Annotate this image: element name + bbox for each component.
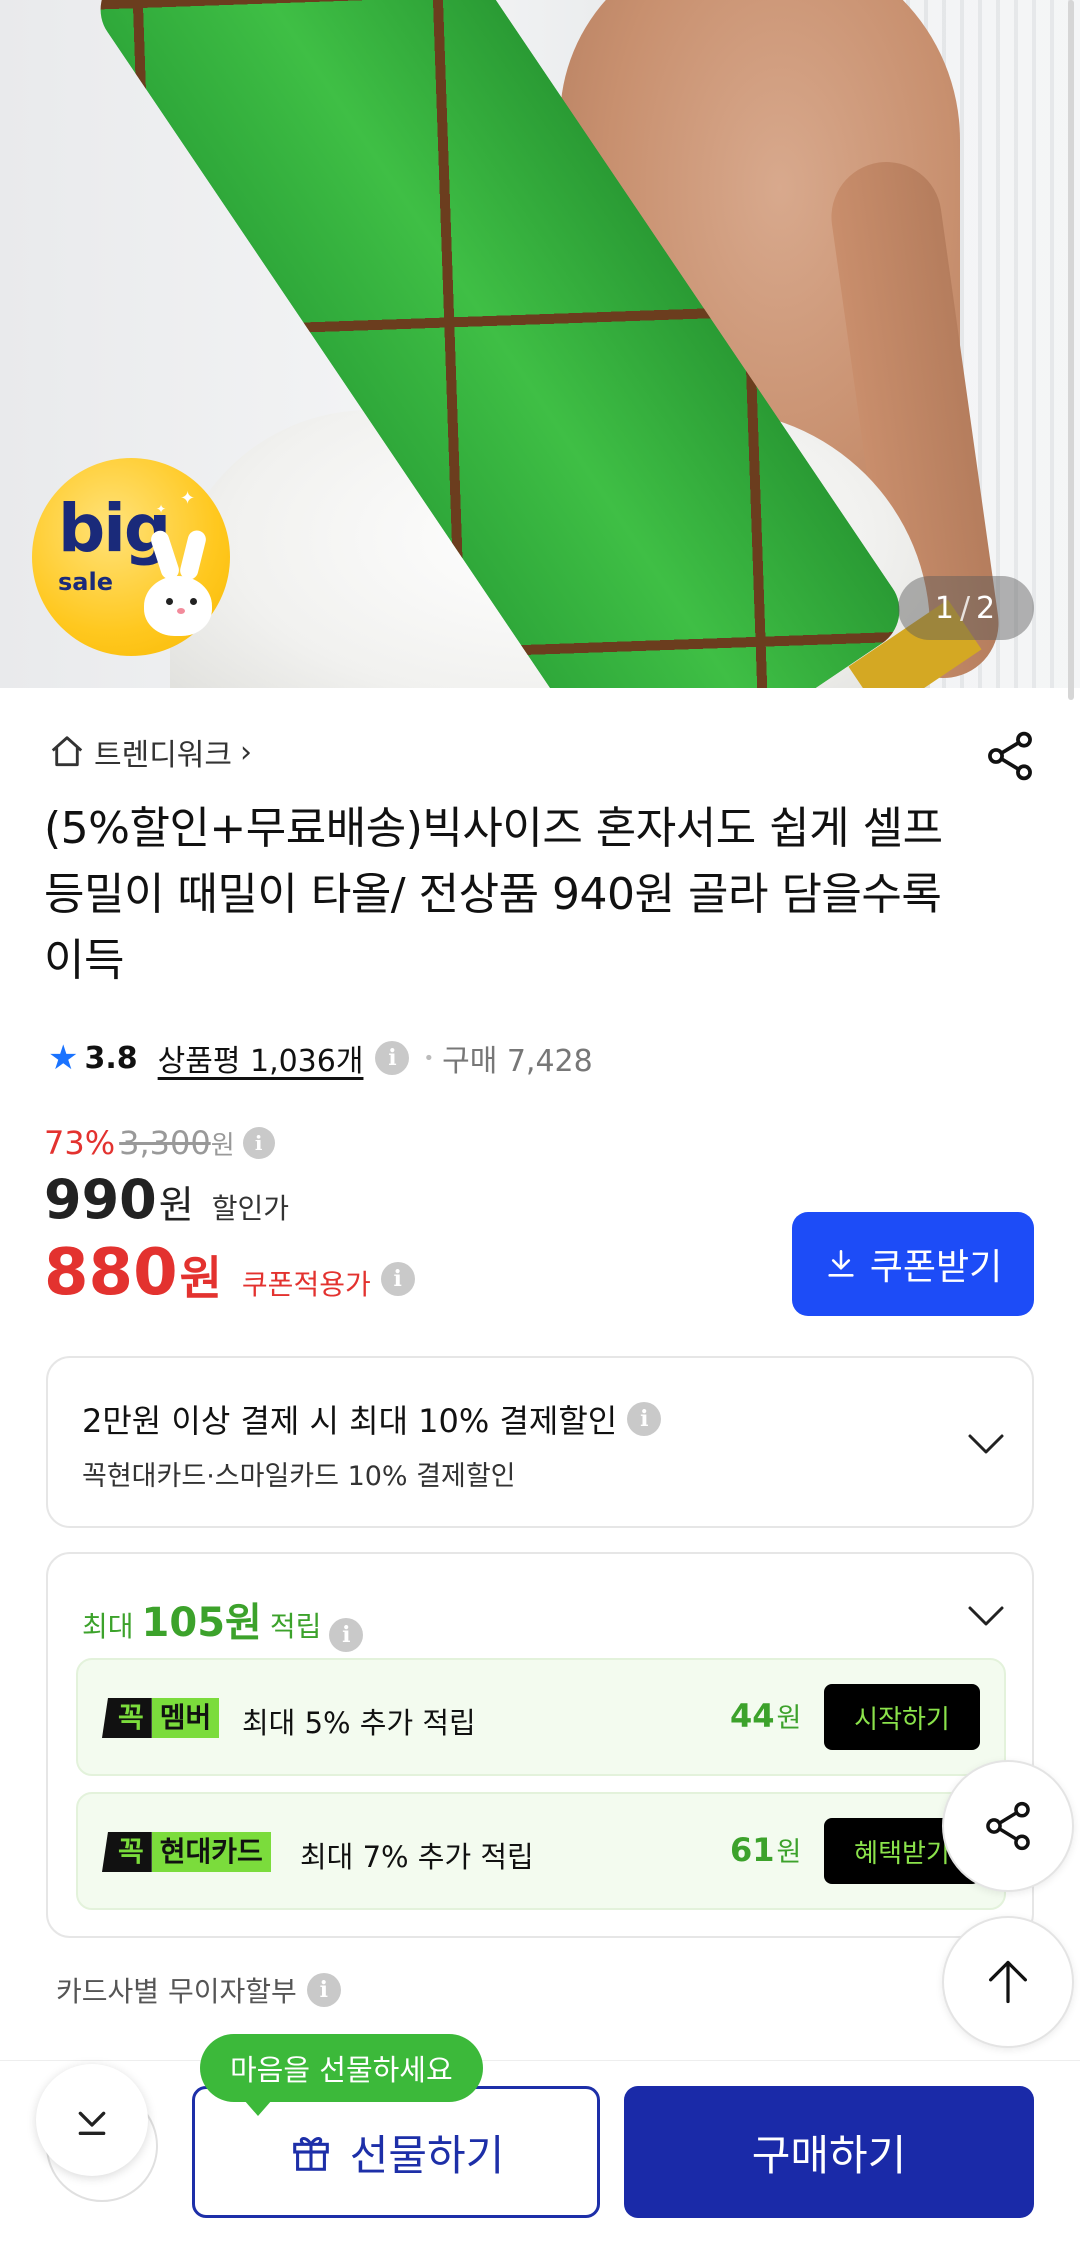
- points-row-member: 꼭 멤버 최대 5% 추가 적립 44원 시작하기: [76, 1658, 1006, 1776]
- rating-row: ★ 3.8 상품평 1,036개 i • 구매 7,428: [48, 1036, 593, 1080]
- seller-link[interactable]: 트렌디워크 ›: [48, 730, 252, 774]
- arrow-up-icon: [989, 1960, 1027, 2004]
- payment-discount-title-row: 2만원 이상 결제 시 최대 10% 결제할인 i: [82, 1396, 662, 1442]
- share-icon: [986, 1801, 1030, 1851]
- original-price: 3,300: [119, 1124, 211, 1162]
- points-row-hyundai-card: 꼭 현대카드 최대 7% 추가 적립 61원 혜택받기: [76, 1792, 1006, 1910]
- pager-current: 1: [934, 590, 956, 626]
- member-tag: 꼭 멤버: [102, 1698, 220, 1738]
- gift-button-label: 선물하기: [349, 2130, 505, 2180]
- chevron-down-icon: [78, 2111, 106, 2135]
- buy-button[interactable]: 구매하기: [624, 2086, 1034, 2218]
- payment-discount-card[interactable]: 2만원 이상 결제 시 최대 10% 결제할인 i 꼭현대카드·스마일카드 10…: [46, 1356, 1034, 1528]
- download-icon: [828, 1249, 854, 1277]
- payment-discount-subtitle: 꼭현대카드·스마일카드 10% 결제할인: [82, 1461, 516, 1492]
- gift-icon: [292, 2137, 329, 2171]
- hyundai-card-tag: 꼭 현대카드: [102, 1832, 271, 1872]
- installment-label: 카드사별 무이자할부: [56, 1975, 297, 2008]
- sale-price-row: 990 원 할인가: [44, 1168, 289, 1231]
- sparkle-icon: ✦: [156, 502, 167, 516]
- points-row-amount-unit: 원: [776, 1703, 802, 1734]
- coupon-price-label: 쿠폰적용가: [241, 1268, 371, 1301]
- info-icon[interactable]: i: [329, 1618, 364, 1652]
- points-row-amount: 44원: [730, 1696, 801, 1735]
- sparkle-icon: ✦: [180, 488, 196, 509]
- scrollbar[interactable]: [1068, 0, 1074, 700]
- bunny-icon: [144, 576, 212, 636]
- big-sale-badge: big sale ✦ ✦: [32, 458, 230, 656]
- info-icon[interactable]: i: [242, 1127, 275, 1159]
- coupon-price-row: 880 원 쿠폰적용가 i: [44, 1236, 415, 1310]
- seller-name: 트렌디워크: [94, 738, 232, 773]
- badge-big-text: big: [58, 490, 171, 567]
- start-member-button[interactable]: 시작하기: [824, 1684, 980, 1750]
- product-image[interactable]: big sale ✦ ✦ 1 / 2: [0, 0, 1080, 688]
- dot-separator: •: [423, 1047, 435, 1069]
- get-coupon-button[interactable]: 쿠폰받기: [792, 1212, 1034, 1316]
- points-prefix: 최대: [82, 1610, 134, 1643]
- bunny-eye: [166, 598, 173, 605]
- home-icon: [51, 736, 83, 767]
- purchase-count: 구매 7,428: [442, 1044, 593, 1079]
- tag-k: 꼭: [102, 1698, 152, 1738]
- info-icon[interactable]: i: [380, 1262, 415, 1296]
- coupon-price-unit: 원: [179, 1251, 222, 1305]
- sale-price: 990: [44, 1168, 157, 1231]
- reviews-link[interactable]: 상품평 1,036개: [158, 1036, 364, 1080]
- rating-score: 3.8: [84, 1040, 138, 1076]
- info-icon[interactable]: i: [306, 1973, 341, 2007]
- discount-percent: 73%: [44, 1124, 116, 1162]
- points-row-amount-value: 61: [730, 1831, 775, 1869]
- original-price-unit: 원: [210, 1130, 235, 1161]
- gift-tooltip-bubble: 마음을 선물하세요: [200, 2034, 483, 2116]
- installment-row[interactable]: 카드사별 무이자할부 i: [56, 1970, 341, 2010]
- collapse-button[interactable]: [36, 2064, 148, 2176]
- points-row-amount: 61원: [730, 1830, 801, 1869]
- bunny-eye: [190, 598, 197, 605]
- sale-price-label: 할인가: [211, 1192, 289, 1225]
- points-row-desc: 최대 5% 추가 적립: [242, 1706, 476, 1740]
- points-row-amount-unit: 원: [776, 1837, 802, 1868]
- pager-separator: /: [959, 590, 973, 626]
- points-max-amount: 105원: [141, 1600, 262, 1646]
- tag-name: 멤버: [151, 1698, 220, 1738]
- discount-row: 73% 3,300 원 i: [44, 1124, 275, 1162]
- floating-share-button[interactable]: [942, 1760, 1074, 1892]
- image-pager: 1 / 2: [898, 576, 1034, 640]
- product-title: (5%할인+무료배송)빅사이즈 혼자서도 쉽게 셀프 등밀이 때밀이 타올/ 전…: [44, 803, 943, 986]
- tag-k: 꼭: [102, 1832, 152, 1872]
- tag-name: 현대카드: [151, 1832, 271, 1872]
- points-card[interactable]: 최대 105원 적립 i 꼭 멤버 최대 5% 추가 적립 44원 시작하기 꼭…: [46, 1552, 1034, 1938]
- scroll-to-top-button[interactable]: [942, 1916, 1074, 2048]
- points-suffix: 적립: [269, 1610, 322, 1643]
- bunny-nose: [177, 608, 185, 614]
- chevron-down-icon[interactable]: [966, 1604, 1006, 1628]
- share-icon[interactable]: [982, 728, 1038, 784]
- star-icon: ★: [48, 1038, 79, 1078]
- points-row-desc: 최대 7% 추가 적립: [300, 1840, 534, 1874]
- pager-total: 2: [976, 590, 998, 626]
- coupon-price: 880: [44, 1236, 178, 1310]
- bunny-ear: [178, 528, 208, 582]
- chevron-right-icon: ›: [240, 734, 252, 770]
- info-icon[interactable]: i: [627, 1402, 662, 1436]
- sale-price-unit: 원: [158, 1183, 194, 1227]
- points-header: 최대 105원 적립 i: [82, 1590, 364, 1652]
- badge-sale-text: sale: [58, 568, 113, 596]
- chevron-down-icon[interactable]: [966, 1432, 1006, 1456]
- info-icon[interactable]: i: [375, 1041, 410, 1075]
- get-coupon-label: 쿠폰받기: [869, 1247, 1003, 1288]
- payment-discount-title: 2만원 이상 결제 시 최대 10% 결제할인: [82, 1402, 618, 1440]
- points-row-amount-value: 44: [730, 1697, 775, 1735]
